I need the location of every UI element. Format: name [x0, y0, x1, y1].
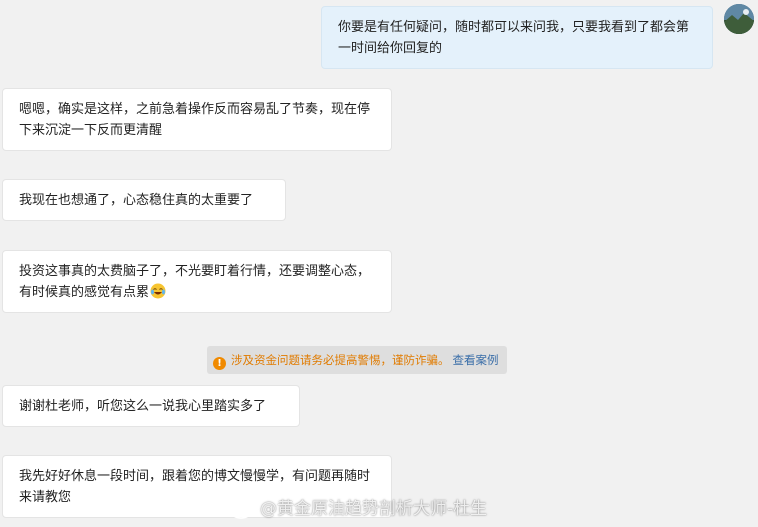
incoming-message-bubble: 投资这事真的太费脑子了，不光要盯着行情，还要调整心态，有时候真的感觉有点累 [2, 250, 392, 313]
view-cases-link[interactable]: 查看案例 [453, 353, 499, 367]
laugh-cry-emoji-icon [150, 283, 166, 299]
avatar[interactable] [724, 4, 754, 34]
avatar-landscape-icon [724, 4, 754, 34]
message-text: 谢谢杜老师，听您这么一说我心里踏实多了 [19, 399, 267, 414]
message-text: 你要是有任何疑问，随时都可以来问我，只要我看到了都会第一时间给你回复的 [338, 20, 690, 56]
weibo-watermark: @黄金原油趋势剖析大师-杜生 [230, 496, 487, 522]
message-text: 嗯嗯，确实是这样，之前急着操作反而容易乱了节奏，现在停下来沉淀一下反而更清醒 [19, 102, 371, 138]
weibo-icon [230, 497, 256, 519]
notice-warning-text: 涉及资金问题请务必提高警惕，谨防诈骗。 [231, 353, 450, 367]
watermark-text: @黄金原油趋势剖析大师-杜生 [260, 499, 488, 519]
safety-notice: ! 涉及资金问题请务必提高警惕，谨防诈骗。 查看案例 [207, 346, 507, 374]
incoming-message-bubble: 谢谢杜老师，听您这么一说我心里踏实多了 [2, 385, 300, 427]
message-text: 投资这事真的太费脑子了，不光要盯着行情，还要调整心态，有时候真的感觉有点累 [19, 264, 371, 300]
incoming-message-bubble: 嗯嗯，确实是这样，之前急着操作反而容易乱了节奏，现在停下来沉淀一下反而更清醒 [2, 88, 392, 151]
message-text: 我现在也想通了，心态稳住真的太重要了 [19, 193, 254, 208]
outgoing-message-bubble: 你要是有任何疑问，随时都可以来问我，只要我看到了都会第一时间给你回复的 [321, 6, 713, 69]
info-icon: ! [213, 357, 226, 370]
incoming-message-bubble: 我现在也想通了，心态稳住真的太重要了 [2, 179, 286, 221]
